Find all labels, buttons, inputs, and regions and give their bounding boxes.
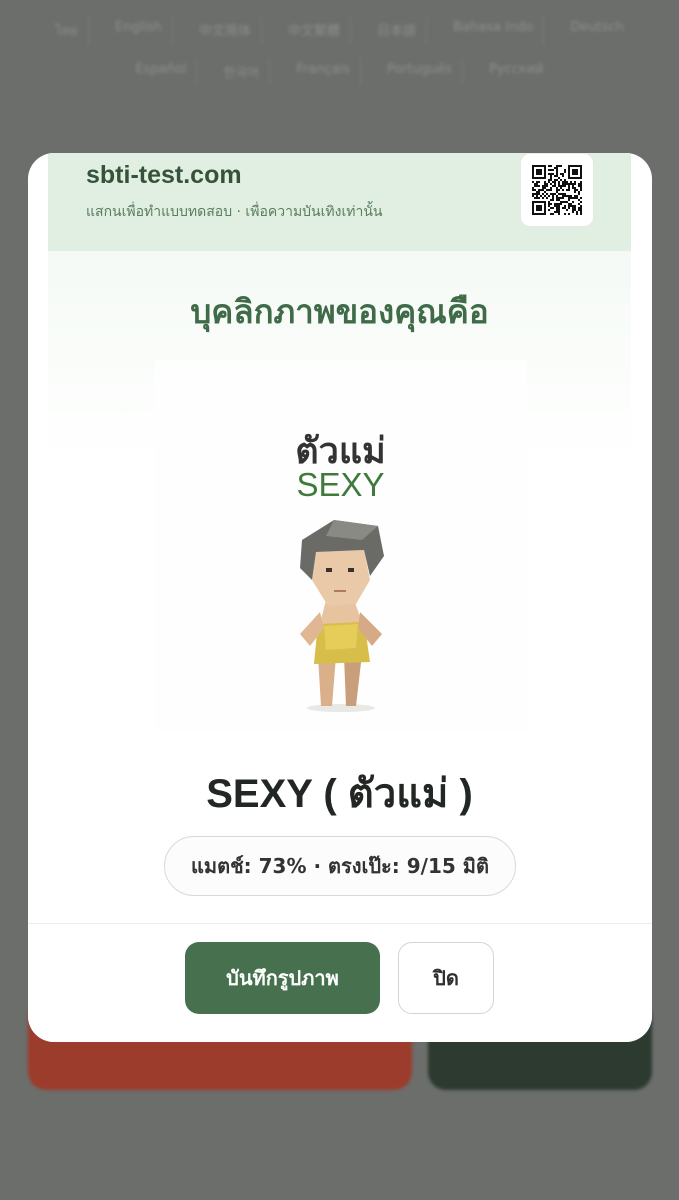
card-header: sbti-test.com แสกนเพื่อทำแบบทดสอบ · เพื่… (48, 153, 631, 251)
bg-lang-item: Deutsch (570, 20, 624, 35)
qr-code-icon (520, 153, 594, 227)
bg-lang-item: 한국어 (213, 58, 271, 85)
background-language-row-2: Español 한국어 Français Português Русский (0, 58, 679, 85)
bg-lang-item: ไทย (45, 16, 89, 45)
background-footer (50, 1120, 650, 1150)
close-button[interactable]: ปิด (398, 942, 494, 1014)
bg-lang-item: 中文简体 (189, 16, 262, 45)
result-image: ตัวแม่ SEXY (154, 360, 527, 732)
result-heading: บุคลิกภาพของคุณคือ (190, 292, 489, 331)
background-language-row-1: ไทย English 中文简体 中文繁體 日本語 Bahasa Indo De… (0, 16, 679, 45)
image-title-en: SEXY (296, 466, 385, 503)
bg-lang-item: English (105, 16, 173, 45)
result-card: sbti-test.com แสกนเพื่อทำแบบทดสอบ · เพื่… (48, 153, 631, 923)
modal-footer: บันทึกรูปภาพ ปิด (28, 923, 652, 1042)
bg-lang-item: 中文繁體 (278, 16, 351, 45)
bg-lang-item: Français (286, 58, 361, 85)
character-illustration (300, 520, 384, 712)
site-subtitle: แสกนเพื่อทำแบบทดสอบ · เพื่อความบันเทิงเท… (86, 204, 383, 220)
bg-lang-item: Español (125, 58, 198, 85)
match-stats-badge: แมตช์: 73% · ตรงเป๊ะ: 9/15 มิติ (164, 836, 516, 896)
bg-lang-item: Русский (489, 62, 544, 77)
bg-lang-item: Português (377, 58, 464, 85)
bg-lang-item: 日本語 (367, 16, 427, 45)
bg-lang-item: Bahasa Indo (443, 16, 545, 45)
site-name: sbti-test.com (86, 161, 242, 189)
save-image-button[interactable]: บันทึกรูปภาพ (185, 942, 380, 1014)
result-modal: sbti-test.com แสกนเพื่อทำแบบทดสอบ · เพื่… (28, 153, 652, 1042)
result-name: SEXY ( ตัวแม่ ) (206, 772, 473, 816)
